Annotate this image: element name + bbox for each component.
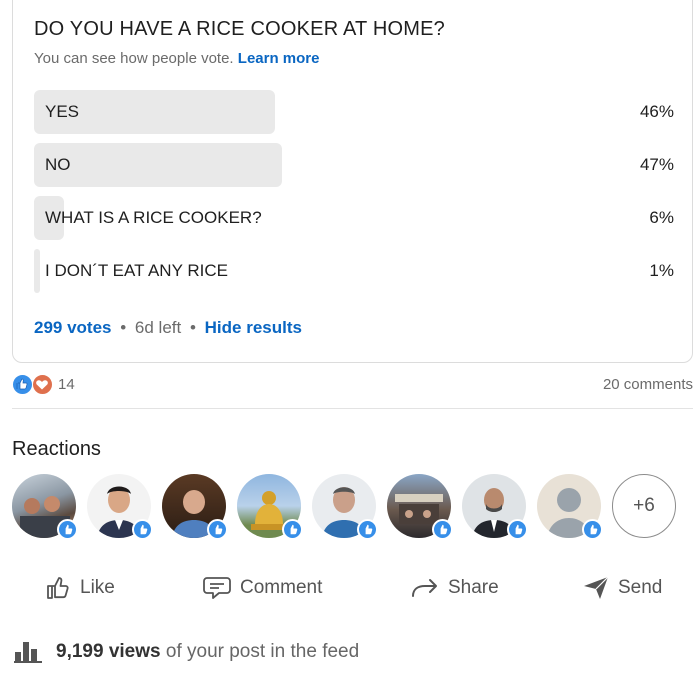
time-left: 6d left	[134, 318, 182, 337]
avatar[interactable]	[312, 474, 378, 540]
like-badge-icon	[282, 519, 303, 540]
comment-icon	[203, 577, 231, 599]
reaction-avatars: +6	[12, 474, 692, 540]
poll-option-bar	[34, 249, 40, 293]
hide-results-link[interactable]: Hide results	[205, 318, 302, 337]
poll-option-no-rice[interactable]: I DON´T EAT ANY RICE 1%	[34, 249, 674, 293]
reactions-title: Reactions	[12, 438, 101, 460]
like-badge-icon	[132, 519, 153, 540]
like-icon	[47, 577, 69, 599]
views-text: 9,199 views of your post in the feed	[56, 641, 359, 663]
poll-option-percent: 47%	[639, 155, 674, 174]
avatar[interactable]	[462, 474, 528, 540]
poll-subtitle: You can see how people vote. Learn more	[34, 50, 319, 67]
poll-option-bar	[34, 143, 282, 187]
avatar[interactable]	[387, 474, 453, 540]
like-icon	[12, 374, 33, 395]
views-count: 9,199 views	[56, 641, 161, 662]
like-badge-icon	[507, 519, 528, 540]
comment-button[interactable]: Comment	[202, 566, 322, 610]
poll-option-label: WHAT IS A RICE COOKER?	[45, 208, 262, 227]
post-actions: Like Comment Share Send	[12, 566, 692, 610]
reaction-count[interactable]: 14	[58, 376, 75, 393]
poll-option-what-is[interactable]: WHAT IS A RICE COOKER? 6%	[34, 196, 674, 240]
like-badge-icon	[207, 519, 228, 540]
learn-more-link[interactable]: Learn more	[238, 50, 320, 67]
like-badge-icon	[582, 519, 603, 540]
avatar[interactable]	[237, 474, 303, 540]
send-icon	[584, 576, 609, 599]
like-badge-icon	[432, 519, 453, 540]
avatar[interactable]	[162, 474, 228, 540]
more-reactions-count: +6	[633, 495, 655, 516]
like-badge-icon	[57, 519, 78, 540]
like-label: Like	[80, 577, 115, 598]
send-button[interactable]: Send	[582, 566, 662, 610]
send-label: Send	[618, 577, 663, 598]
reaction-icons[interactable]	[12, 374, 54, 396]
share-label: Share	[448, 577, 499, 598]
like-badge-icon	[357, 519, 378, 540]
poll-option-label: I DON´T EAT ANY RICE	[45, 261, 228, 280]
poll-option-percent: 6%	[649, 208, 674, 227]
poll-option-percent: 46%	[639, 102, 674, 121]
poll-option-label: YES	[45, 102, 80, 121]
divider	[12, 408, 693, 409]
avatar[interactable]	[12, 474, 78, 540]
analytics-icon	[14, 642, 42, 663]
heart-icon	[32, 374, 53, 395]
poll-meta: 299 votes • 6d left • Hide results	[34, 318, 302, 337]
poll-option-yes[interactable]: YES 46%	[34, 90, 674, 134]
post-views[interactable]: 9,199 views of your post in the feed	[14, 638, 359, 666]
poll-option-no[interactable]: NO 47%	[34, 143, 674, 187]
poll-question: DO YOU HAVE A RICE COOKER AT HOME?	[34, 18, 445, 40]
comments-count[interactable]: 20 comments	[603, 376, 693, 393]
avatar[interactable]	[537, 474, 603, 540]
social-counts: 14 20 comments	[12, 372, 693, 398]
share-button[interactable]: Share	[410, 566, 499, 610]
comment-label: Comment	[240, 577, 323, 598]
poll-option-percent: 1%	[649, 261, 674, 280]
views-suffix: of your post in the feed	[165, 641, 360, 662]
poll-subtitle-text: You can see how people vote.	[34, 50, 234, 67]
like-button[interactable]: Like	[44, 566, 115, 610]
votes-link[interactable]: 299 votes	[34, 318, 112, 337]
poll-option-label: NO	[45, 155, 71, 174]
avatar[interactable]	[87, 474, 153, 540]
share-icon	[412, 579, 437, 597]
more-reactions-button[interactable]: +6	[612, 474, 676, 538]
